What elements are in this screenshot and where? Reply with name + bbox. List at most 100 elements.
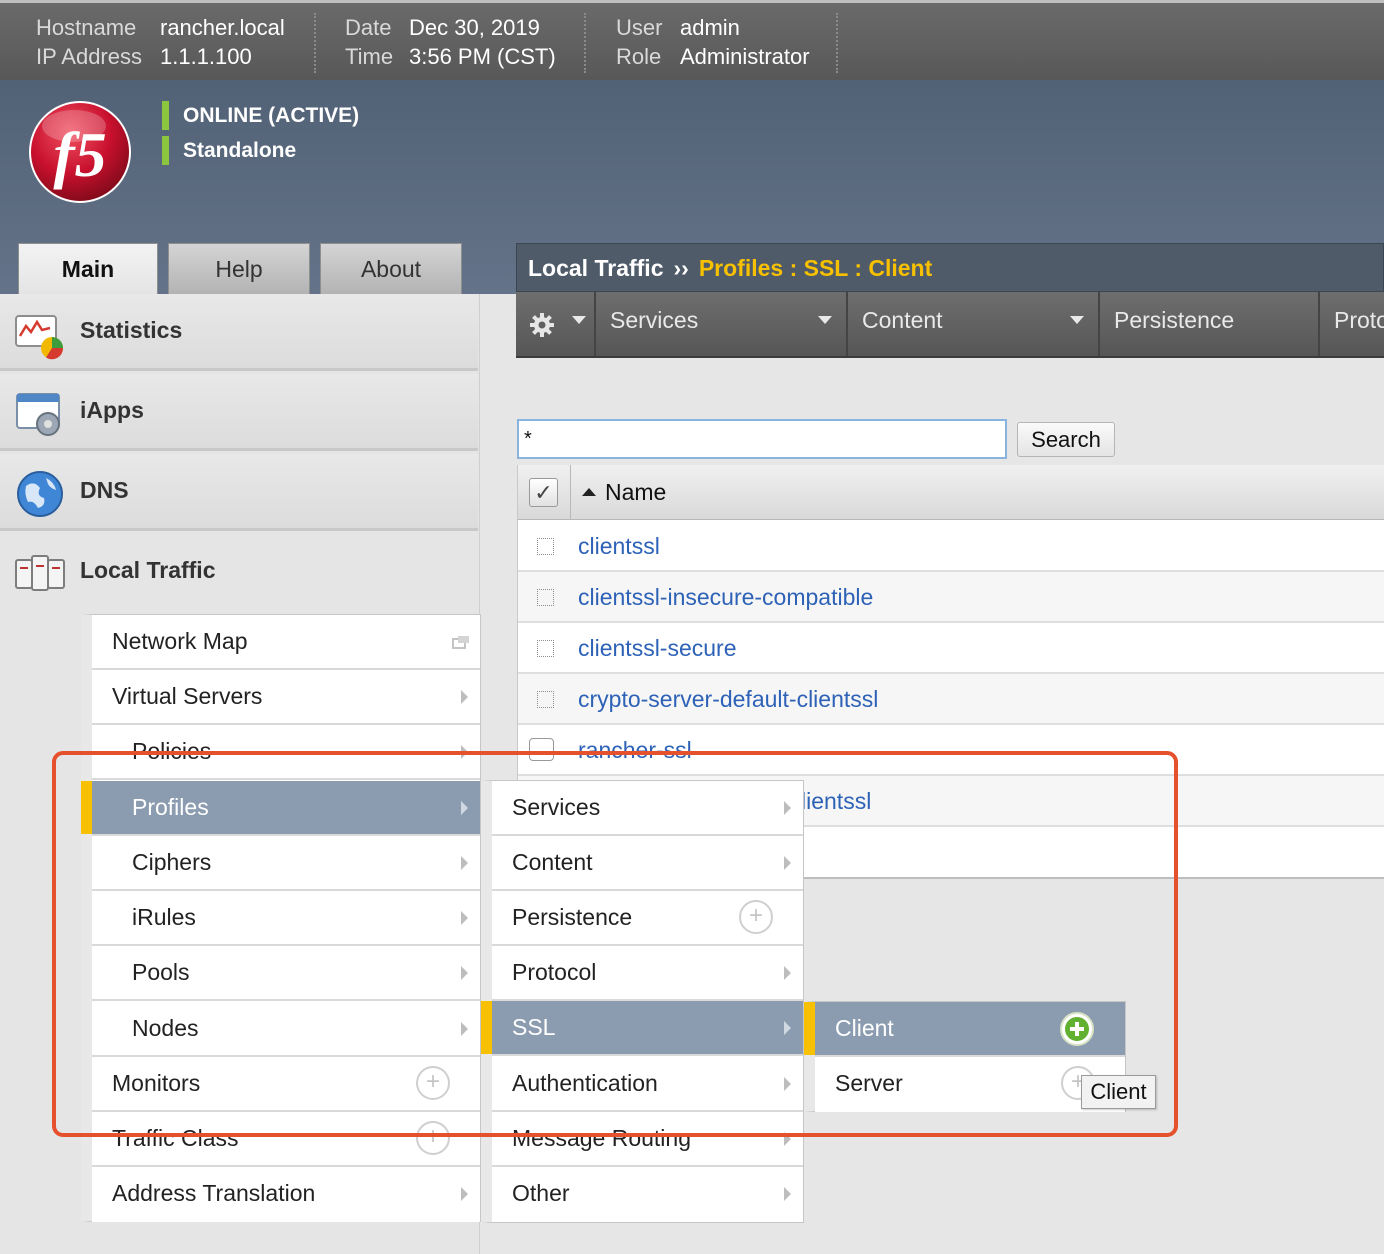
time-label: Time [345,44,394,69]
hostname-value: rancher.local [160,15,285,40]
tab-main[interactable]: Main [18,243,158,294]
table-row: rancher-ssl [518,725,1384,776]
select-all-checkbox[interactable]: ✓ [529,478,558,507]
profile-nav-bar: Services Content Persistence Proto [516,292,1384,358]
globe-icon [17,471,63,517]
chevron-right-icon [784,1021,791,1035]
nav-services[interactable]: Services [594,292,846,356]
menu-monitors[interactable]: Monitors + [92,1057,480,1112]
nav-protocol-label: Proto [1334,307,1384,333]
menu-address-translation-label: Address Translation [112,1180,316,1206]
profile-link[interactable]: clientssl [578,533,660,560]
tab-about[interactable]: About [320,243,462,294]
nav-services-label: Services [610,307,699,333]
sidebar-local-traffic-label: Local Traffic [80,557,216,583]
menu-pools-label: Pools [132,959,190,985]
menu-nodes[interactable]: Nodes [92,1002,480,1057]
date-value: Dec 30, 2019 [409,15,540,40]
nav-protocol[interactable]: Proto [1318,292,1384,356]
row-checkbox[interactable] [537,691,554,708]
datetime-info: Date Dec 30, 2019 Time 3:56 PM (CST) [345,13,556,71]
menu-ciphers-label: Ciphers [132,849,212,875]
select-all-cell: ✓ [518,465,571,520]
ip-value: 1.1.1.100 [160,44,252,69]
menu-nodes-label: Nodes [132,1015,199,1041]
profile-link[interactable]: crypto-server-default-clientssl [578,686,878,713]
gear-menu[interactable] [516,292,594,356]
menu-protocol[interactable]: Protocol [492,946,803,1001]
menu-content[interactable]: Content [492,836,803,891]
sort-ascending-icon[interactable] [582,488,596,496]
menu-other[interactable]: Other [492,1167,803,1222]
user-value: admin [680,15,740,40]
menu-pools[interactable]: Pools [92,946,480,1001]
breadcrumb-section[interactable]: Local Traffic [528,255,663,281]
nav-persistence[interactable]: Persistence [1098,292,1318,356]
menu-monitors-label: Monitors [112,1070,201,1096]
menu-protocol-label: Protocol [512,959,597,985]
role-label: Role [616,44,662,69]
menu-message-routing-label: Message Routing [512,1125,691,1151]
menu-ssl-client[interactable]: Client [804,1002,1125,1057]
chevron-down-icon [1070,316,1084,324]
search-button[interactable]: Search [1017,422,1115,457]
system-info-bar: Hostname rancher.local IP Address 1.1.1.10… [0,0,1384,80]
nav-persistence-label: Persistence [1114,307,1235,333]
host-info: Hostname rancher.local IP Address 1.1.1.10… [36,13,285,71]
profile-link[interactable]: rancher-ssl [578,737,692,764]
menu-other-label: Other [512,1180,570,1206]
menu-content-label: Content [512,849,593,875]
menu-profiles[interactable]: Profiles [81,781,480,836]
tab-help[interactable]: Help [168,243,310,294]
menu-message-routing[interactable]: Message Routing [492,1112,803,1167]
profile-link[interactable]: lientssl [801,788,871,815]
nav-content[interactable]: Content [846,292,1098,356]
menu-ssl-server[interactable]: Server + [815,1057,1125,1112]
row-checkbox[interactable] [529,738,554,761]
menu-authentication[interactable]: Authentication [492,1057,803,1112]
row-checkbox[interactable] [537,589,554,606]
sidebar-dns[interactable]: DNS [0,454,478,531]
profiles-submenu: Services Content Persistence + Protocol S… [481,780,804,1223]
chevron-right-icon [461,911,468,925]
menu-persistence[interactable]: Persistence + [492,891,803,946]
breadcrumb-separator: ›› [673,255,689,281]
menu-network-map[interactable]: Network Map [92,615,480,670]
menu-virtual-servers-label: Virtual Servers [112,683,263,709]
table-row: clientssl-secure [518,623,1384,674]
sidebar-statistics[interactable]: Statistics [0,294,478,371]
menu-network-map-label: Network Map [112,628,248,654]
profile-link[interactable]: clientssl-secure [578,635,737,662]
chevron-right-icon [461,690,468,704]
status-mode: Standalone [162,136,296,165]
menu-ssl[interactable]: SSL [481,1001,803,1056]
menu-ciphers[interactable]: Ciphers [92,836,480,891]
gear-icon [530,313,554,337]
chevron-right-icon [461,856,468,870]
row-checkbox[interactable] [537,640,554,657]
menu-policies[interactable]: Policies [92,725,480,780]
profile-link[interactable]: clientssl-insecure-compatible [578,584,873,611]
add-icon[interactable]: + [416,1121,450,1155]
menu-services[interactable]: Services [492,781,803,836]
chevron-right-icon [784,856,791,870]
status-online: ONLINE (ACTIVE) [162,101,359,130]
chevron-right-icon [461,801,468,815]
add-icon[interactable]: + [739,900,773,934]
add-icon[interactable]: + [416,1066,450,1100]
add-client-icon[interactable] [1059,1011,1095,1047]
search-input[interactable] [517,419,1007,459]
menu-ssl-label: SSL [512,1014,556,1040]
menu-traffic-class-label: Traffic Class [112,1125,239,1151]
menu-address-translation[interactable]: Address Translation [92,1167,480,1222]
name-column-header[interactable]: Name [605,479,666,506]
nav-content-label: Content [862,307,943,333]
table-row: clientssl-insecure-compatible [518,572,1384,623]
sidebar-local-traffic[interactable]: Local Traffic [0,534,478,611]
sidebar-iapps[interactable]: iApps [0,374,478,451]
chevron-right-icon [784,1077,791,1091]
row-checkbox[interactable] [537,538,554,555]
menu-virtual-servers[interactable]: Virtual Servers [92,670,480,725]
menu-traffic-class[interactable]: Traffic Class + [92,1112,480,1167]
menu-irules[interactable]: iRules [92,891,480,946]
